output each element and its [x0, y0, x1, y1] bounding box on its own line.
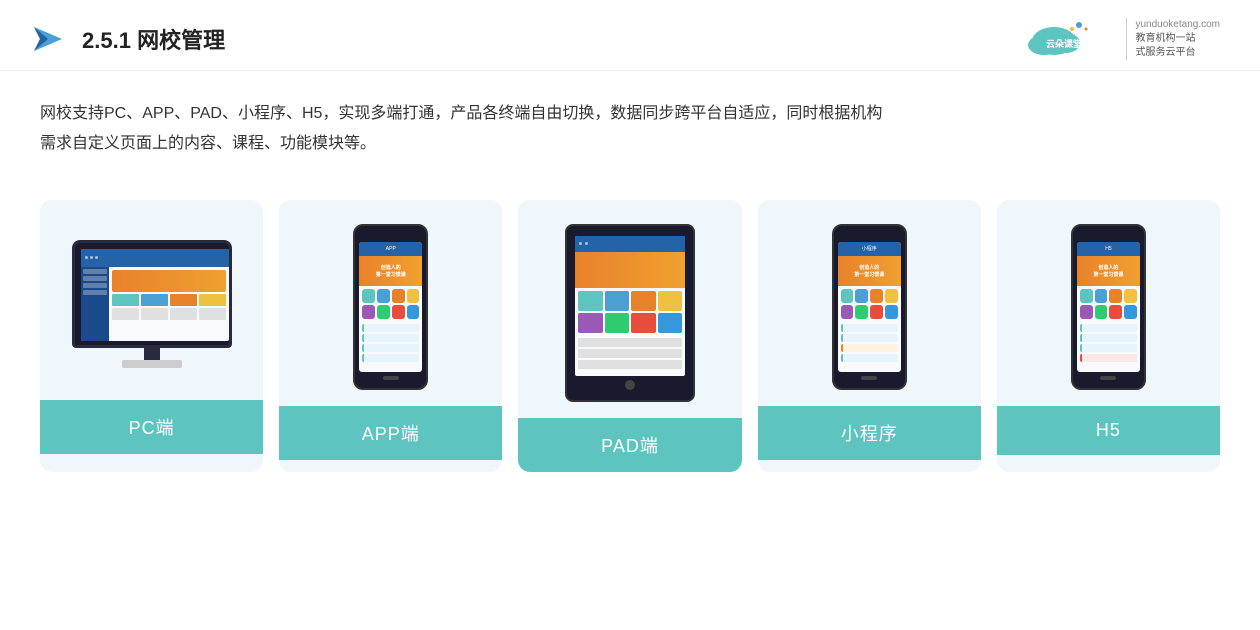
phone-app-illustration: APP 创造人的第一堂习惯课: [353, 224, 428, 390]
card-pc: PC端: [40, 200, 263, 472]
card-app: APP 创造人的第一堂习惯课: [279, 200, 502, 472]
description-line1: 网校支持PC、APP、PAD、小程序、H5，实现多端打通，产品各终端自由切换，数…: [40, 99, 1220, 129]
description-section: 网校支持PC、APP、PAD、小程序、H5，实现多端打通，产品各终端自由切换，数…: [0, 71, 1260, 170]
header-left: 2.5.1 网校管理: [30, 21, 225, 57]
page-title: 2.5.1 网校管理: [82, 23, 225, 55]
arrow-icon: [30, 21, 66, 57]
logo-brand: 云朵课堂: [1024, 19, 1114, 59]
card-h5-image: H5 创造人的第一堂习惯课: [997, 200, 1220, 406]
svg-text:云朵课堂: 云朵课堂: [1046, 38, 1082, 49]
card-h5: H5 创造人的第一堂习惯课: [997, 200, 1220, 472]
card-pad-label: PAD端: [518, 418, 741, 472]
cloud-logo-icon: 云朵课堂: [1024, 19, 1114, 59]
description-line2: 需求自定义页面上的内容、课程、功能模块等。: [40, 129, 1220, 159]
card-pc-image: [40, 200, 263, 400]
card-mini-label: 小程序: [758, 406, 981, 460]
card-mini: 小程序 创造人的第一堂习惯课: [758, 200, 981, 472]
logo-area: 云朵课堂 yunduoketang.com 教育机构一站 式服务云平台: [1024, 18, 1220, 60]
card-pad-image: [518, 200, 741, 418]
logo-tagline: yunduoketang.com 教育机构一站 式服务云平台: [1126, 18, 1220, 60]
card-pc-label: PC端: [40, 400, 263, 454]
card-app-image: APP 创造人的第一堂习惯课: [279, 200, 502, 406]
card-h5-label: H5: [997, 406, 1220, 455]
phone-mini-illustration: 小程序 创造人的第一堂习惯课: [832, 224, 907, 390]
phone-h5-illustration: H5 创造人的第一堂习惯课: [1071, 224, 1146, 390]
pc-monitor-illustration: [72, 240, 232, 368]
tablet-illustration: [565, 224, 695, 402]
card-pad: PAD端: [518, 200, 741, 472]
header: 2.5.1 网校管理 云朵课堂: [0, 0, 1260, 71]
page: 2.5.1 网校管理 云朵课堂: [0, 0, 1260, 630]
card-mini-image: 小程序 创造人的第一堂习惯课: [758, 200, 981, 406]
card-app-label: APP端: [279, 406, 502, 460]
cards-container: PC端 APP 创造人的第一堂习惯课: [0, 180, 1260, 492]
